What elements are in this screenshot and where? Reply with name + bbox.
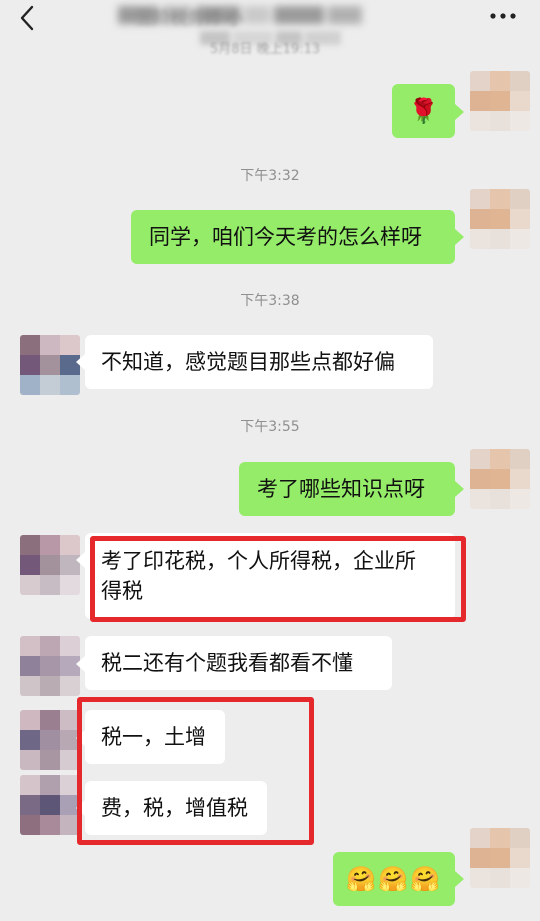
highlight-box bbox=[77, 697, 314, 845]
chevron-left-icon[interactable] bbox=[14, 4, 42, 32]
highlight-box bbox=[90, 536, 466, 622]
message-bubble-received[interactable]: 不知道，感觉题目那些点都好偏 bbox=[85, 335, 433, 389]
message-bubble-sent[interactable]: 考了哪些知识点呀 bbox=[239, 462, 455, 516]
message-text: 同学，咱们今天考的怎么样呀 bbox=[149, 225, 422, 249]
message-bubble-sent[interactable]: 🤗🤗🤗 bbox=[333, 852, 455, 906]
my-avatar[interactable] bbox=[470, 189, 530, 249]
message-bubble-received[interactable]: 税二还有个题我看都看不懂 bbox=[85, 636, 392, 690]
my-avatar[interactable] bbox=[470, 449, 530, 509]
bubble-tail bbox=[455, 481, 464, 497]
chat-header: 三阶税务师·小 5月8日 晚上19:13 bbox=[0, 0, 540, 60]
timestamp: 下午3:32 bbox=[240, 168, 300, 184]
message-text: 税二还有个题我看都看不懂 bbox=[101, 651, 353, 675]
timestamp: 下午3:55 bbox=[240, 419, 300, 435]
message-bubble-sent[interactable]: 🌹 bbox=[392, 84, 455, 138]
bubble-tail bbox=[455, 229, 464, 245]
message-bubble-sent[interactable]: 同学，咱们今天考的怎么样呀 bbox=[131, 210, 455, 264]
contact-avatar[interactable] bbox=[20, 710, 80, 770]
contact-avatar[interactable] bbox=[20, 535, 80, 595]
bubble-tail bbox=[76, 354, 85, 370]
chat-title: 三阶税务师·小 bbox=[136, 9, 244, 29]
message-text: 不知道，感觉题目那些点都好偏 bbox=[101, 350, 395, 374]
message-text: 考了哪些知识点呀 bbox=[257, 477, 425, 501]
my-avatar[interactable] bbox=[470, 828, 530, 888]
bubble-tail bbox=[76, 552, 85, 568]
bubble-tail bbox=[455, 871, 464, 887]
timestamp: 下午3:38 bbox=[240, 293, 300, 309]
bubble-tail bbox=[455, 104, 464, 120]
more-dots-icon[interactable] bbox=[488, 8, 518, 24]
contact-avatar[interactable] bbox=[20, 636, 80, 696]
rose-emoji: 🌹 bbox=[408, 97, 439, 125]
contact-avatar[interactable] bbox=[20, 335, 80, 395]
bubble-tail bbox=[76, 656, 85, 672]
my-avatar[interactable] bbox=[470, 71, 530, 131]
chat-subtitle: 5月8日 晚上19:13 bbox=[210, 42, 321, 57]
hug-emoji: 🤗🤗🤗 bbox=[346, 865, 442, 893]
contact-avatar[interactable] bbox=[20, 775, 80, 835]
